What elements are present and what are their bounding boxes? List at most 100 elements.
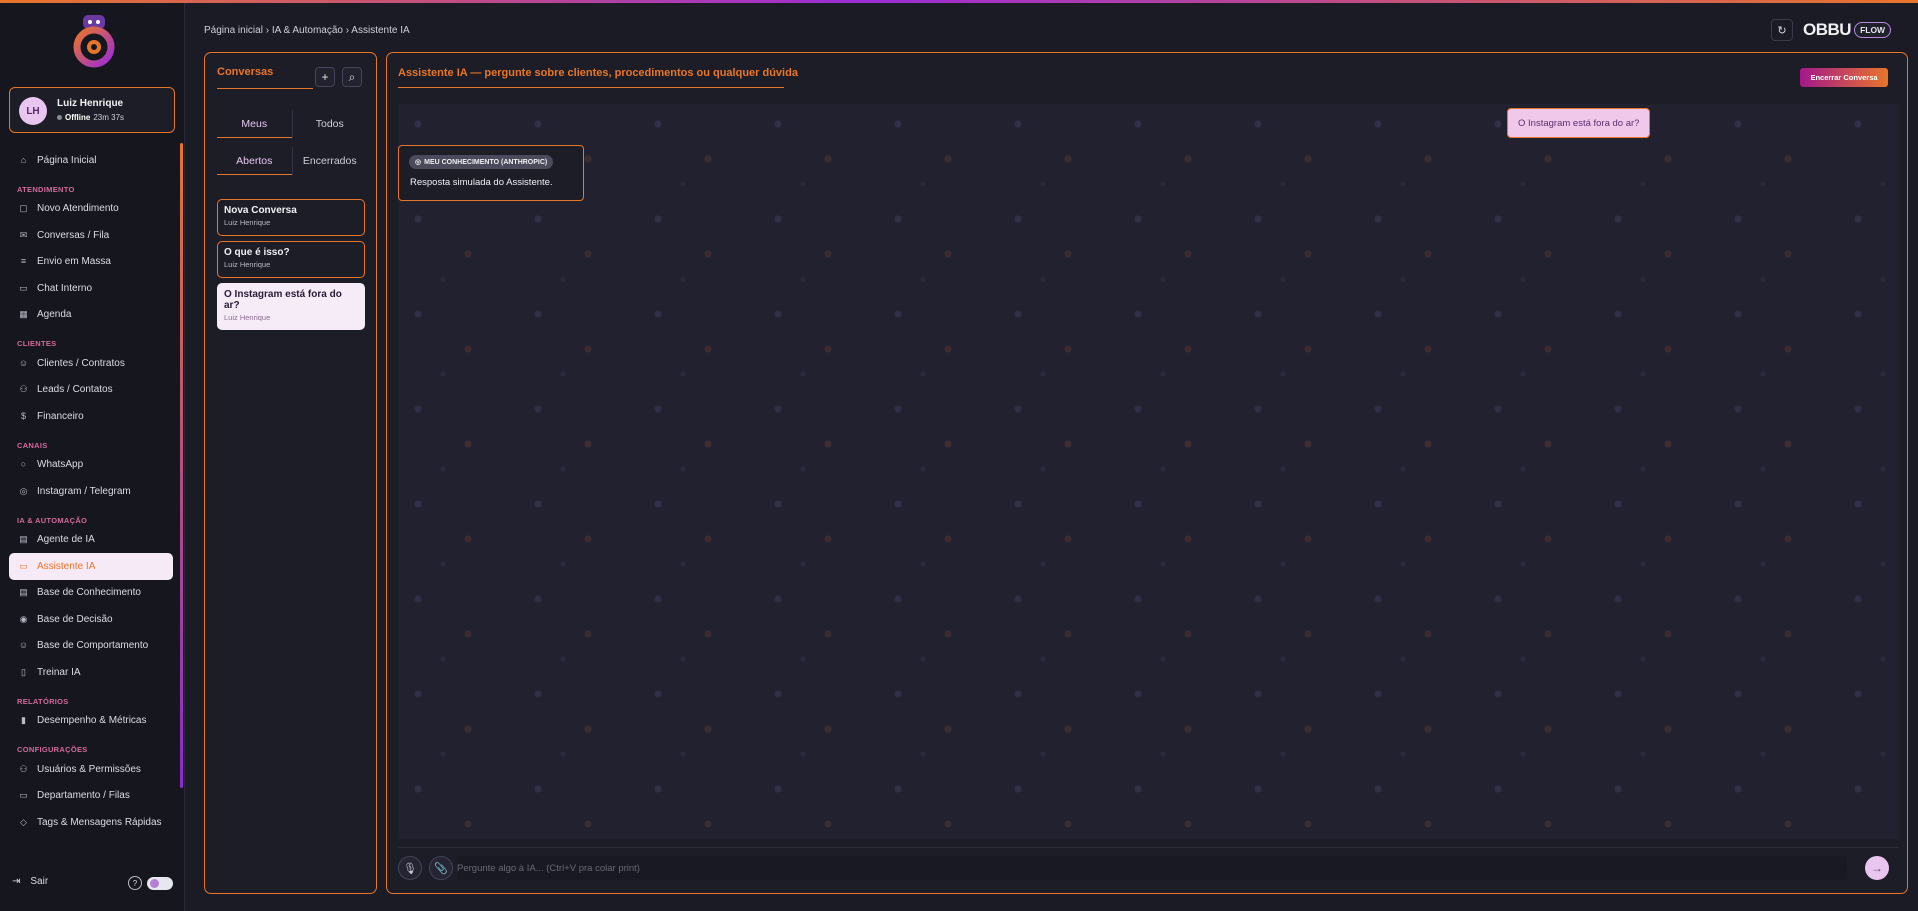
- conversations-title: Conversas: [217, 66, 274, 78]
- title-underline: [217, 88, 313, 89]
- document-icon: ▯: [21, 666, 26, 677]
- assistant-message: ◎ MEU CONHECIMENTO (ANTHROPIC) Resposta …: [398, 145, 584, 201]
- sidebar-item-label: Leads / Contatos: [37, 384, 113, 396]
- sidebar-item-chat-interno[interactable]: ▭ Chat Interno: [9, 275, 173, 302]
- status-time: 23m 37s: [93, 113, 125, 122]
- user-status: Offline 23m 37s: [57, 113, 124, 122]
- chat-panel: Assistente IA — pergunte sobre clientes,…: [386, 52, 1908, 894]
- microphone-button[interactable]: 🎙: [398, 856, 422, 880]
- sidebar-item-label: Envio em Massa: [37, 256, 111, 268]
- section-title-relatorios: RELATÓRIOS: [17, 696, 69, 706]
- message-input[interactable]: [457, 856, 1847, 880]
- sidebar-item-label: Agenda: [37, 309, 72, 321]
- sidebar-item-label: Desempenho & Métricas: [37, 715, 147, 727]
- user-card[interactable]: LH Luiz Henrique Offline 23m 37s: [9, 87, 175, 133]
- status-filter-tabs: Abertos Encerrados: [217, 147, 367, 175]
- brand: OBBU FLOW: [1803, 20, 1892, 40]
- send-button[interactable]: →: [1865, 856, 1889, 880]
- sidebar-item-agente-ia[interactable]: ▤ Agente de IA: [9, 527, 173, 554]
- sidebar-item-base-decisao[interactable]: ◉ Base de Decisão: [9, 606, 173, 633]
- conversation-item[interactable]: Nova Conversa Luiz Henrique: [217, 199, 365, 236]
- sidebar-item-label: Página Inicial: [37, 154, 97, 166]
- attach-button[interactable]: 📎: [429, 856, 453, 880]
- tab-encerrados[interactable]: Encerrados: [291, 147, 368, 175]
- brand-name: OBBU: [1803, 20, 1852, 39]
- list-icon: ≡: [20, 256, 27, 267]
- source-badge-label: MEU CONHECIMENTO (ANTHROPIC): [424, 158, 548, 166]
- chat-plus-icon: ▢: [19, 203, 28, 214]
- sidebar-item-tags[interactable]: ◇ Tags & Mensagens Rápidas: [9, 809, 173, 836]
- sidebar-item-label: Agente de IA: [37, 534, 95, 546]
- sidebar-item-label: Financeiro: [37, 410, 84, 422]
- theme-toggle[interactable]: [147, 877, 173, 890]
- sidebar-item-financeiro[interactable]: $ Financeiro: [9, 403, 173, 430]
- sidebar-item-home[interactable]: ⌂ Página Inicial: [9, 147, 173, 174]
- help-button[interactable]: ?: [128, 876, 142, 890]
- chat-messages-area[interactable]: O Instagram está fora do ar? ◎ MEU CONHE…: [398, 104, 1899, 839]
- sidebar-item-instagram[interactable]: ◎ Instagram / Telegram: [9, 478, 173, 505]
- section-title-atendimento: ATENDIMENTO: [17, 184, 75, 194]
- sidebar-scrollbar[interactable]: [180, 143, 183, 788]
- conversation-owner: Luiz Henrique: [224, 218, 271, 227]
- sidebar-item-usuarios[interactable]: ⚇ Usuários & Permissões: [9, 756, 173, 783]
- book-icon: ▤: [19, 587, 28, 598]
- brain-icon: ◎: [415, 159, 422, 166]
- sidebar-item-label: Departamento / Filas: [37, 790, 130, 802]
- user-icon: ☺: [18, 357, 29, 368]
- robot-icon: ▤: [19, 534, 28, 545]
- home-icon: ⌂: [20, 154, 27, 165]
- sidebar-item-desempenho[interactable]: ▮ Desempenho & Métricas: [9, 708, 173, 735]
- conversation-owner: Luiz Henrique: [224, 313, 271, 322]
- sidebar-item-label: Chat Interno: [37, 282, 93, 294]
- sidebar-item-agenda[interactable]: ▦ Agenda: [9, 302, 173, 329]
- end-conversation-button[interactable]: Encerrar Conversa: [1800, 68, 1888, 87]
- sidebar-item-clientes[interactable]: ☺ Clientes / Contratos: [9, 350, 173, 377]
- user-name: Luiz Henrique: [57, 98, 124, 109]
- sidebar: LH Luiz Henrique Offline 23m 37s ⌂ Págin…: [0, 3, 185, 911]
- tab-abertos[interactable]: Abertos: [217, 147, 292, 175]
- avatar: LH: [19, 97, 47, 125]
- new-conversation-button[interactable]: +: [315, 67, 335, 87]
- sidebar-item-label: Base de Decisão: [37, 613, 113, 625]
- dollar-icon: $: [20, 410, 26, 421]
- sidebar-item-treinar-ia[interactable]: ▯ Treinar IA: [9, 659, 173, 686]
- instagram-icon: ◎: [19, 485, 28, 496]
- sidebar-item-envio-massa[interactable]: ≡ Envio em Massa: [9, 249, 173, 276]
- search-icon: ⌕: [348, 69, 356, 84]
- tab-todos[interactable]: Todos: [291, 110, 368, 138]
- top-accent-bar: [0, 0, 1918, 3]
- arrow-right-icon: →: [1871, 861, 1883, 875]
- tag-icon: ◇: [20, 816, 27, 827]
- calendar-icon: ▦: [19, 309, 28, 320]
- sidebar-item-whatsapp[interactable]: ○ WhatsApp: [9, 452, 173, 479]
- conversation-item[interactable]: O que é isso? Luiz Henrique: [217, 241, 365, 278]
- conversation-title: Nova Conversa: [224, 205, 297, 216]
- section-title-configuracoes: CONFIGURAÇÕES: [17, 745, 88, 754]
- brand-tag: FLOW: [1854, 22, 1892, 38]
- conversation-item-selected[interactable]: O Instagram está fora do ar? Luiz Henriq…: [217, 283, 365, 330]
- conversations-panel: Conversas + ⌕ Meus Todos Abertos Encerra…: [204, 52, 377, 894]
- source-badge: ◎ MEU CONHECIMENTO (ANTHROPIC): [409, 155, 554, 169]
- sidebar-item-departamento[interactable]: ▭ Departamento / Filas: [9, 783, 173, 810]
- logout-icon: ⇥: [12, 876, 21, 887]
- logout-button[interactable]: ⇥ Sair: [12, 876, 48, 887]
- sidebar-item-label: WhatsApp: [37, 459, 84, 471]
- search-conversation-button[interactable]: ⌕: [342, 67, 362, 87]
- users-icon: ⚇: [19, 384, 28, 395]
- title-underline: [398, 87, 784, 88]
- sidebar-item-label: Novo Atendimento: [37, 203, 119, 215]
- sidebar-item-novo-atendimento[interactable]: ▢ Novo Atendimento: [9, 196, 173, 223]
- section-title-clientes: CLIENTES: [17, 339, 57, 348]
- person-icon: ☺: [18, 640, 29, 651]
- sidebar-item-leads[interactable]: ⚇ Leads / Contatos: [9, 377, 173, 404]
- sidebar-item-assistente-ia[interactable]: ▭ Assistente IA: [9, 553, 173, 580]
- sidebar-item-base-conhecimento[interactable]: ▤ Base de Conhecimento: [9, 580, 173, 607]
- tab-meus[interactable]: Meus: [217, 110, 292, 138]
- sidebar-nav: ⌂ Página Inicial ATENDIMENTO ▢ Novo Atend…: [9, 147, 173, 836]
- conversation-title: O Instagram está fora do ar?: [224, 289, 342, 311]
- refresh-button[interactable]: ↻: [1771, 19, 1793, 41]
- sidebar-item-base-comportamento[interactable]: ☺ Base de Comportamento: [9, 633, 173, 660]
- plus-icon: +: [321, 70, 329, 84]
- sidebar-item-label: Clientes / Contratos: [37, 357, 125, 369]
- sidebar-item-conversas-fila[interactable]: ✉ Conversas / Fila: [9, 222, 173, 249]
